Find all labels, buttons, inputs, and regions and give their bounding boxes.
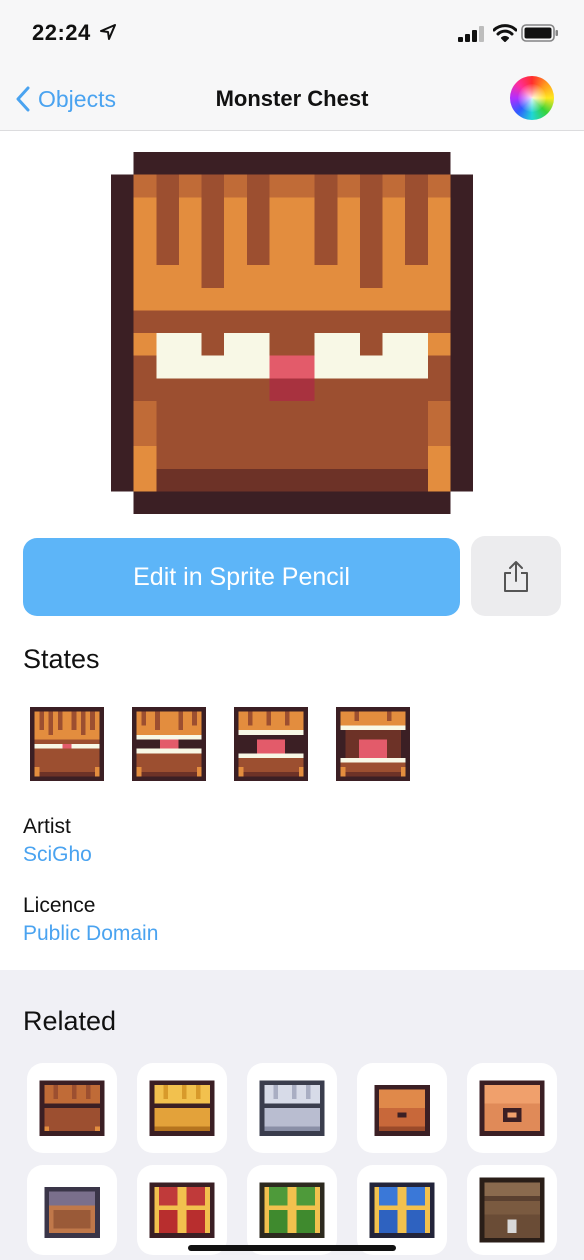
licence-label: Licence [23, 894, 96, 917]
related-item-wooden-chest[interactable] [467, 1165, 557, 1255]
gold-chest-icon [149, 1080, 215, 1136]
brown-chest-icon [39, 1080, 105, 1136]
share-button[interactable] [471, 536, 561, 616]
artist-label: Artist [23, 815, 71, 838]
state-thumbnail-3[interactable] [234, 707, 308, 781]
related-item-green-gem-chest[interactable] [247, 1165, 337, 1255]
copper-chest-side-icon [374, 1084, 430, 1136]
status-bar: 22:24 [0, 0, 584, 70]
wifi-icon [493, 24, 517, 42]
related-item-silver-chest[interactable] [247, 1063, 337, 1153]
green-gem-chest-icon [259, 1182, 325, 1238]
page-title: Monster Chest [215, 86, 369, 111]
copper-chest-front-icon [479, 1080, 545, 1136]
home-indicator [188, 1245, 396, 1251]
silver-chest-icon [259, 1080, 325, 1136]
cellular-signal-icon [458, 26, 484, 42]
stone-chest-icon [44, 1186, 100, 1238]
related-item-stone-chest[interactable] [27, 1165, 117, 1255]
blue-gem-chest-icon [369, 1182, 435, 1238]
location-arrow-icon [100, 24, 116, 40]
share-icon [504, 561, 528, 592]
wooden-chest-icon [479, 1177, 545, 1243]
related-item-blue-gem-chest[interactable] [357, 1165, 447, 1255]
edit-in-sprite-pencil-button[interactable]: Edit in Sprite Pencil [23, 538, 460, 616]
licence-link[interactable]: Public Domain [23, 922, 158, 946]
related-section: Related [0, 970, 584, 1260]
monster-chest-sprite [111, 152, 473, 514]
state-thumbnail-1[interactable] [30, 707, 104, 781]
red-gem-chest-icon [149, 1182, 215, 1238]
related-item-copper-chest-front[interactable] [467, 1063, 557, 1153]
state-thumbnail-2[interactable] [132, 707, 206, 781]
artist-link[interactable]: SciGho [23, 843, 92, 867]
related-item-copper-chest-side[interactable] [357, 1063, 447, 1153]
color-wheel-icon[interactable] [510, 76, 554, 120]
related-item-brown-chest[interactable] [27, 1063, 117, 1153]
related-item-red-gem-chest[interactable] [137, 1165, 227, 1255]
battery-icon [521, 24, 558, 42]
states-heading: States [23, 644, 100, 674]
related-heading: Related [23, 1006, 117, 1036]
status-time: 22:24 [32, 20, 91, 45]
state-thumbnail-4[interactable] [336, 707, 410, 781]
related-item-gold-chest[interactable] [137, 1063, 227, 1153]
navigation-bar: Objects Monster Chest [0, 70, 584, 131]
